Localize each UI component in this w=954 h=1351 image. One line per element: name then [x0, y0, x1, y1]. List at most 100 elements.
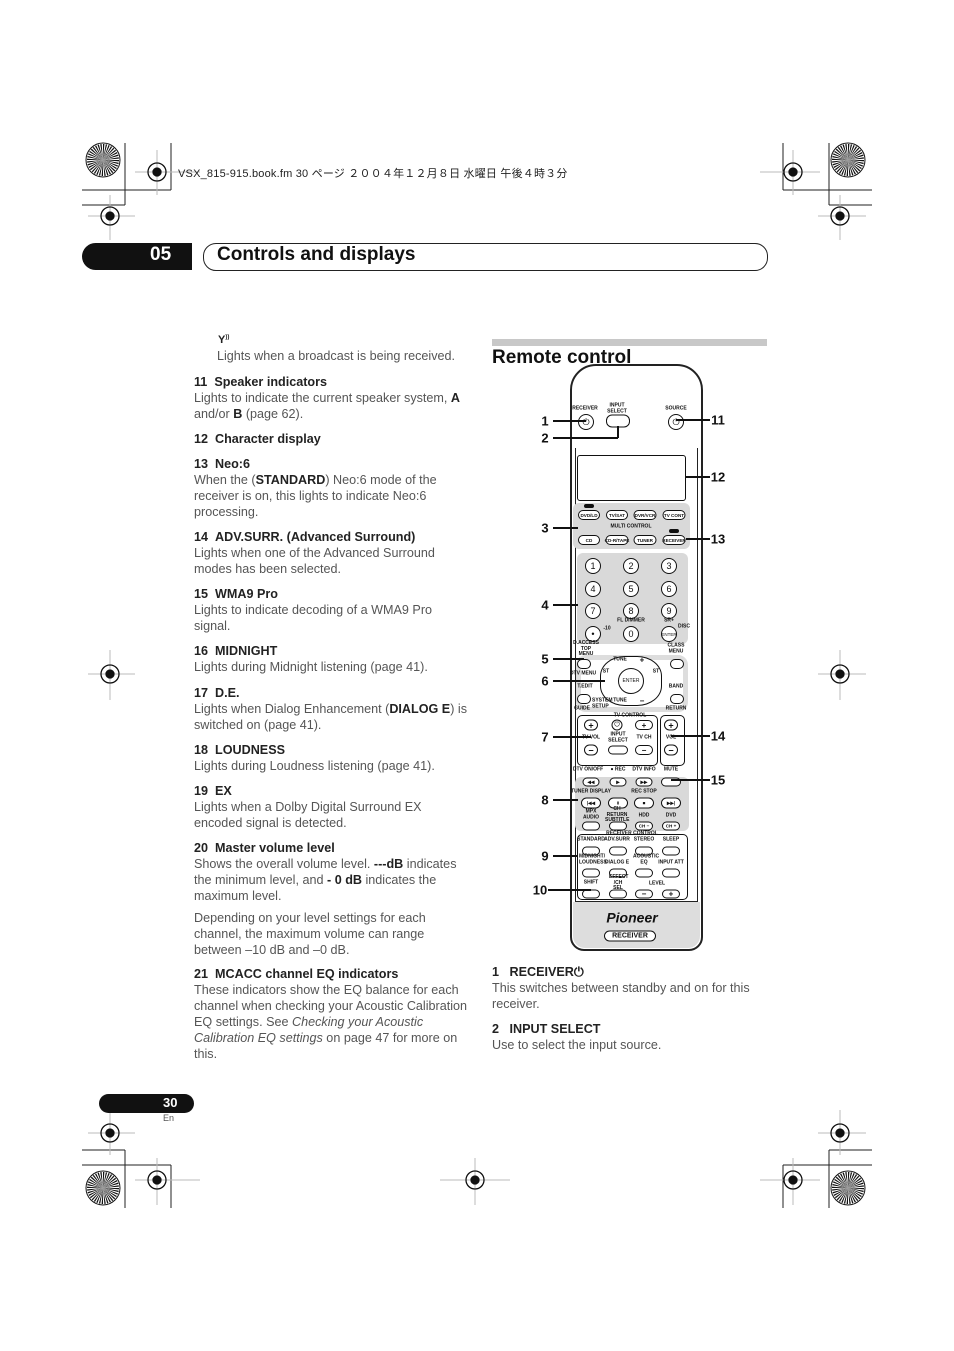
callout-leader-line	[553, 736, 591, 738]
t-edit-button[interactable]	[577, 694, 591, 704]
callout-leader-line	[686, 538, 710, 540]
remote-plus-button[interactable]: +	[662, 889, 680, 899]
remote-plus-button[interactable]: +	[664, 719, 678, 731]
callout-number: 3	[541, 520, 549, 536]
remote-dtv-onoff-label: DTV ON/OFF	[572, 766, 604, 773]
callout-number: 13	[710, 531, 726, 547]
remote-tv-input-select-label: INPUT SELECT	[608, 731, 628, 743]
source-power-button[interactable]: ⏻	[668, 414, 684, 430]
callout-number: 6	[541, 673, 549, 689]
class-menu-button[interactable]	[670, 659, 684, 669]
remote-multi-control-label: MULTI CONTROL	[610, 523, 652, 530]
callout-leader-line	[671, 779, 710, 781]
remote-tv-sat-button[interactable]: TV/SAT	[606, 510, 628, 520]
callout-leader-line	[553, 420, 586, 422]
remote-n0-button[interactable]: 0	[623, 626, 639, 642]
remote-receiver-btn-button[interactable]: RECEIVER	[662, 535, 686, 545]
remote-stereo-label: STEREO	[633, 836, 655, 843]
remote-plus-button[interactable]: +	[635, 720, 653, 730]
remote-adv-surr-label: ADV.SURR	[604, 836, 630, 843]
callout-number: 4	[541, 597, 549, 613]
power-icon: ⏻	[573, 965, 584, 979]
remote-d-access-label: D.ACCESS TOP MENU	[573, 639, 599, 657]
mpx-audio-button[interactable]	[582, 821, 600, 831]
page-number: 30	[163, 1095, 178, 1110]
remote-n1-button[interactable]: 1	[585, 558, 601, 574]
remote-minus-button[interactable]: −	[584, 744, 598, 756]
remote-fl-dimmer-label: FL DIMMER	[617, 617, 645, 624]
effect-ch-sel-button[interactable]	[609, 889, 627, 899]
receiver-control-button[interactable]	[662, 846, 680, 856]
remote-cd-button[interactable]: CD	[578, 535, 600, 545]
remote-rec-label: ● REC	[610, 766, 626, 773]
receiver-control-button[interactable]	[635, 868, 653, 878]
remote-n3-button[interactable]: 3	[661, 558, 677, 574]
led-indicator[interactable]	[669, 529, 679, 533]
callout-number: 15	[710, 772, 726, 788]
remote-n6-button[interactable]: 6	[661, 581, 677, 597]
remote-tune-up-label: TUNE	[613, 656, 627, 663]
remote-acoustic-eq-label: ACOUSTIC EQ	[633, 853, 660, 865]
remote-tv-control-label: TV CONTROL	[613, 712, 647, 719]
receiver-power-button[interactable]: ⏻	[578, 414, 594, 430]
tv-input-select-button[interactable]	[608, 745, 628, 755]
tv-power-button[interactable]: ⏻	[611, 719, 623, 731]
remote-sr-label: SR+	[664, 617, 674, 624]
remote-minus-button[interactable]: −	[635, 889, 653, 899]
callout-leader-line	[553, 604, 578, 606]
remote-dvr-vcr-button[interactable]: DVR/VCR	[633, 510, 657, 520]
receiver-control-button[interactable]	[609, 846, 627, 856]
ch-return-button[interactable]	[609, 821, 627, 831]
remote-plus-button[interactable]: +	[584, 719, 598, 731]
remote-receiver-label: RECEIVER	[572, 405, 598, 412]
remote-rew-button[interactable]: ◀◀	[582, 777, 600, 787]
callout-number: 14	[710, 728, 726, 744]
remote-dtv-menu-label: DTV MENU	[569, 670, 597, 677]
remote-enter-num-button[interactable]: ENTER	[661, 626, 677, 642]
remote-dtv-info-label: DTV INFO	[632, 766, 656, 773]
remote-minus-button[interactable]: −	[635, 745, 653, 755]
remote-n4-button[interactable]: 4	[585, 581, 601, 597]
remote-n7-button[interactable]: 7	[585, 603, 601, 619]
remote-minus10-label: -10	[603, 625, 611, 632]
remote-mute-label: MUTE	[663, 766, 679, 773]
callout-leader-line	[671, 735, 710, 737]
remote-minus-button[interactable]: −	[664, 744, 678, 756]
receiver-control-button[interactable]	[582, 868, 600, 878]
pioneer-logo: Pioneer	[606, 909, 658, 926]
callout-leader-line	[553, 855, 578, 857]
remote-n2-button[interactable]: 2	[623, 558, 639, 574]
band-button[interactable]	[670, 694, 684, 704]
remote-dvd-ld-button[interactable]: DVD/LD	[578, 510, 600, 520]
remote-hdd-label: HDD	[638, 812, 650, 819]
remote-shift-label: SHIFT	[583, 879, 599, 886]
remote-play-button[interactable]: ▶	[609, 777, 627, 787]
remote-stop-button[interactable]: ■	[634, 797, 654, 809]
item-body: Use to select the input source.	[492, 1038, 662, 1052]
remote-input-select-label: INPUT SELECT	[607, 402, 627, 414]
remote-enter-button[interactable]: ENTER	[618, 668, 644, 694]
led-indicator[interactable]	[584, 504, 594, 508]
remote-n5-button[interactable]: 5	[623, 581, 639, 597]
receiver-control-button[interactable]	[662, 868, 680, 878]
remote-tuner-button[interactable]: TUNER	[633, 535, 657, 545]
remote-cdr-tape-button[interactable]: CD-R/TAPE	[605, 535, 629, 545]
manual-page: VSX_815-915.book.fm 30 ページ ２００４年１２月８日 水曜…	[0, 0, 954, 1351]
remote-tv-cont-button[interactable]: TV CONT	[662, 510, 686, 520]
item-heading: 1 RECEIVER⏻	[492, 965, 584, 979]
remote-source-label: SOURCE	[665, 405, 687, 412]
remote-guide-label: GUIDE	[574, 705, 590, 712]
callout-leader-line	[553, 799, 578, 801]
remote-next-button[interactable]: ▶▶|	[661, 797, 681, 809]
callout-number: 5	[541, 651, 549, 667]
remote-plus-label: +	[639, 655, 645, 665]
remote-item-1: 1 RECEIVER⏻ This switches between standb…	[492, 964, 768, 1012]
remote-ch-plus-button[interactable]: CH +	[662, 821, 680, 831]
remote-level-label: LEVEL	[648, 880, 666, 887]
top-menu-button[interactable]	[577, 659, 591, 669]
remote-ff-button[interactable]: ▶▶	[635, 777, 653, 787]
remote-prev-button[interactable]: |◀◀	[581, 797, 601, 809]
remote-ch-minus-button[interactable]: CH −	[635, 821, 653, 831]
callout-number: 10	[532, 882, 548, 898]
callout-leader-line	[553, 680, 605, 682]
